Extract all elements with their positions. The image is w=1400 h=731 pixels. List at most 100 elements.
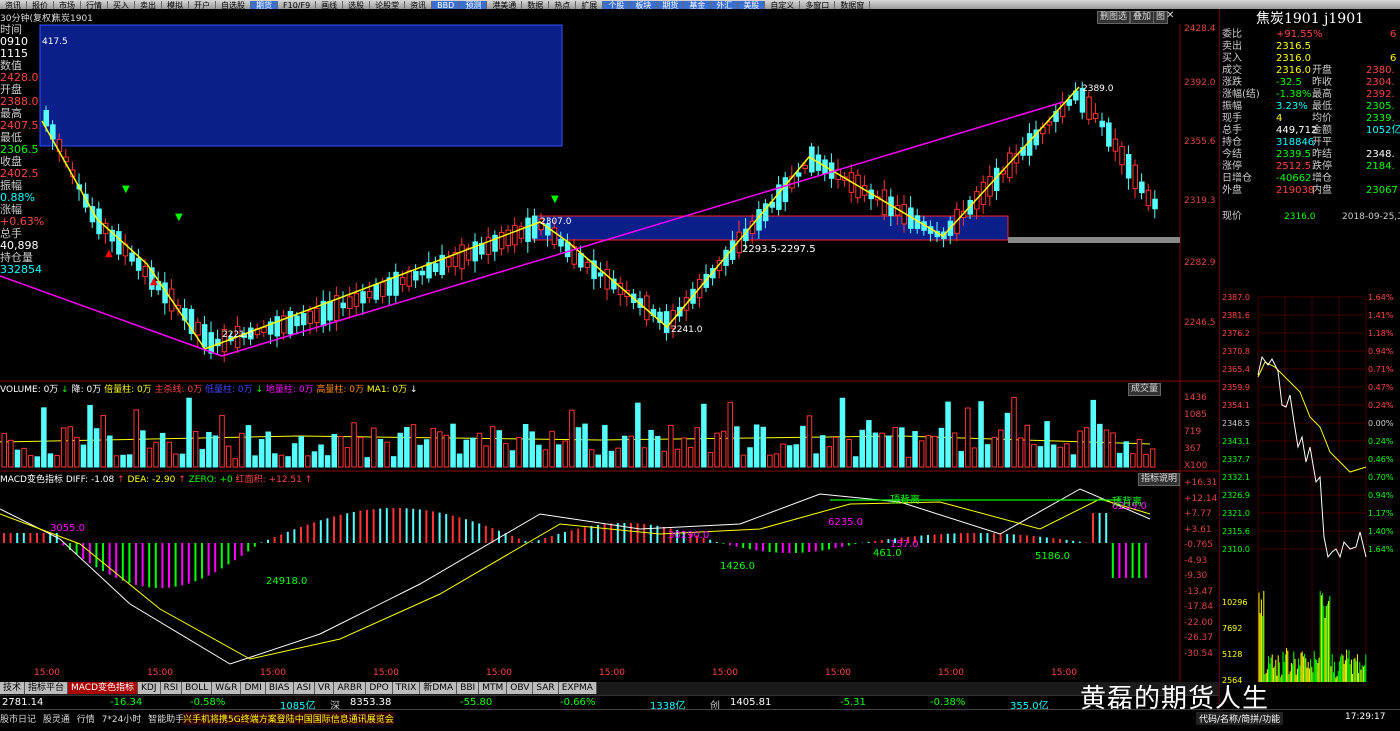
menu-item[interactable]: 市场 bbox=[54, 1, 81, 9]
menu-item[interactable]: 板块 bbox=[630, 1, 658, 9]
volume-bar bbox=[1024, 424, 1030, 468]
menu-item[interactable]: 资讯 bbox=[405, 1, 433, 9]
indicator-tab[interactable]: 技术 bbox=[0, 682, 26, 694]
indicator-tab[interactable]: 指标平台 bbox=[25, 682, 69, 694]
volume-bar bbox=[239, 432, 245, 468]
volume-tick: 367 bbox=[1184, 444, 1202, 454]
indicator-tab[interactable]: ARBR bbox=[334, 682, 367, 694]
menu-item[interactable]: 论股堂 bbox=[370, 1, 406, 9]
menu-item[interactable]: 报价 bbox=[27, 1, 54, 9]
candle bbox=[1099, 120, 1105, 128]
indicator-tab[interactable]: DPO bbox=[366, 682, 393, 694]
quote-cell: 日增仓 bbox=[1222, 173, 1252, 184]
status-item[interactable]: 7*24小时 bbox=[102, 715, 145, 725]
menu-item[interactable]: 资讯 bbox=[0, 1, 27, 9]
candle bbox=[1092, 113, 1099, 119]
indicator-tab[interactable]: BIAS bbox=[265, 682, 294, 694]
indicator-tab[interactable]: VR bbox=[315, 682, 335, 694]
candle bbox=[472, 241, 478, 262]
overlay-button[interactable]: 叠加 bbox=[1130, 11, 1155, 24]
volume-bar bbox=[965, 407, 971, 468]
menu-item[interactable]: 期货 bbox=[657, 1, 685, 9]
quote-cell: 2512.5 bbox=[1276, 161, 1311, 172]
menu-item[interactable]: 数据窗 bbox=[835, 1, 871, 9]
volume-bar bbox=[1050, 444, 1057, 468]
volume-bar bbox=[298, 436, 304, 468]
indicator-tab[interactable]: MTM bbox=[479, 682, 508, 694]
intraday-chart[interactable]: 2387.0 1.64% 2381.6 1.41% 2376.2 1.18% 2370.8 0… bbox=[1220, 287, 1400, 707]
indicator-tab[interactable]: BBI bbox=[457, 682, 480, 694]
indicator-tab[interactable]: RSI bbox=[160, 682, 183, 694]
indicator-tab[interactable]: BOLL bbox=[182, 682, 213, 694]
menu-item[interactable]: 基金 bbox=[684, 1, 712, 9]
menu-item[interactable]: 期货 bbox=[251, 1, 278, 9]
index-value: -55.80 bbox=[460, 697, 493, 708]
indicator-tab[interactable]: EXPMA bbox=[558, 682, 597, 694]
main-chart[interactable]: ▼ ▼ ▼ ▲ ▲ bbox=[0, 24, 1220, 684]
volume-bar bbox=[833, 436, 839, 468]
status-item[interactable]: 行情 bbox=[77, 715, 98, 725]
volume-bar bbox=[212, 435, 219, 468]
volume-button[interactable]: 成交量 bbox=[1128, 383, 1162, 396]
menu-item[interactable]: 热点 bbox=[549, 1, 577, 9]
menu-item[interactable]: 画线 bbox=[316, 1, 344, 9]
volume-bar bbox=[628, 435, 634, 468]
menu-item[interactable]: 扩展 bbox=[576, 1, 604, 9]
menu-item[interactable]: 数据 bbox=[522, 1, 550, 9]
volume-bar bbox=[489, 426, 496, 468]
quote-cell: 振幅 bbox=[1222, 101, 1242, 112]
indicator-tab[interactable]: MACD变色指标 bbox=[68, 682, 139, 694]
menu-item[interactable]: 选股 bbox=[343, 1, 371, 9]
menu-item[interactable]: F10/F9 bbox=[278, 1, 317, 9]
indicator-tab[interactable]: KDJ bbox=[138, 682, 161, 694]
menu-item[interactable]: 个股 bbox=[603, 1, 631, 9]
menu-item[interactable]: 模拟 bbox=[162, 1, 189, 9]
volume-bar bbox=[892, 427, 898, 468]
volume-bar bbox=[252, 455, 258, 468]
volume-bar bbox=[734, 426, 740, 468]
index-ticker: 2781.14 -16.34 -0.58% 1085亿深 8353.38 -55.80 -0… bbox=[0, 695, 1220, 712]
menu-item[interactable]: 自定义 bbox=[765, 1, 801, 9]
volume-bar bbox=[872, 432, 879, 468]
menu-item[interactable]: 卖出 bbox=[135, 1, 162, 9]
menu-item[interactable]: 行情 bbox=[81, 1, 108, 9]
close-icon[interactable]: ✕ bbox=[1166, 10, 1174, 21]
indicator-tab[interactable]: W&R bbox=[212, 682, 242, 694]
indicator-tab[interactable]: SAR bbox=[533, 682, 559, 694]
menu-item[interactable]: 美股 bbox=[738, 1, 766, 9]
candle bbox=[531, 215, 538, 239]
indicator-tab[interactable]: ASI bbox=[293, 682, 316, 694]
menu-item[interactable]: 预测 bbox=[460, 1, 488, 9]
indicator-help-button[interactable]: 指标说明 bbox=[1138, 473, 1181, 486]
menu-item[interactable]: 港美通 bbox=[487, 1, 523, 9]
volume-bar bbox=[126, 454, 133, 468]
menu-item[interactable]: 自选股 bbox=[216, 1, 251, 9]
menu-item[interactable]: 开户 bbox=[189, 1, 216, 9]
menu-item[interactable]: 外汇 bbox=[711, 1, 739, 9]
time-tick: 15:00 bbox=[260, 668, 286, 678]
volume-bar bbox=[885, 435, 892, 468]
status-item[interactable]: 智能助手 bbox=[148, 715, 184, 725]
indicator-tab[interactable]: TRIX bbox=[392, 682, 421, 694]
news-ticker[interactable]: 兴手机将携5G终端方案登陆中国国际信息通讯展览会 bbox=[183, 712, 394, 725]
contract-name[interactable]: 焦炭1901 bbox=[52, 11, 93, 24]
menu-item[interactable]: BBD bbox=[432, 1, 461, 9]
volume-bar bbox=[747, 447, 753, 468]
mini-price-tick: 2321.0 bbox=[1222, 509, 1250, 518]
indicator-tab[interactable]: 新DMA bbox=[420, 682, 458, 694]
volume-bar bbox=[536, 444, 542, 468]
menu-item[interactable]: 多窗口 bbox=[800, 1, 836, 9]
volume-bar bbox=[720, 430, 727, 468]
volume-bar bbox=[1116, 452, 1123, 468]
candle bbox=[373, 284, 379, 300]
menu-item[interactable]: 买入 bbox=[108, 1, 135, 9]
volume-bar bbox=[133, 409, 139, 468]
low2-label: 2241.0 bbox=[671, 325, 703, 335]
candle bbox=[564, 241, 571, 258]
status-item[interactable]: 股灵通 bbox=[43, 715, 73, 725]
status-item[interactable]: 股市日记 bbox=[0, 715, 39, 725]
indicator-tab[interactable]: DMI bbox=[241, 682, 266, 694]
indicator-tab[interactable]: OBV bbox=[507, 682, 534, 694]
delete-chart-button[interactable]: 删图选 bbox=[1097, 11, 1131, 24]
candle bbox=[347, 296, 353, 310]
